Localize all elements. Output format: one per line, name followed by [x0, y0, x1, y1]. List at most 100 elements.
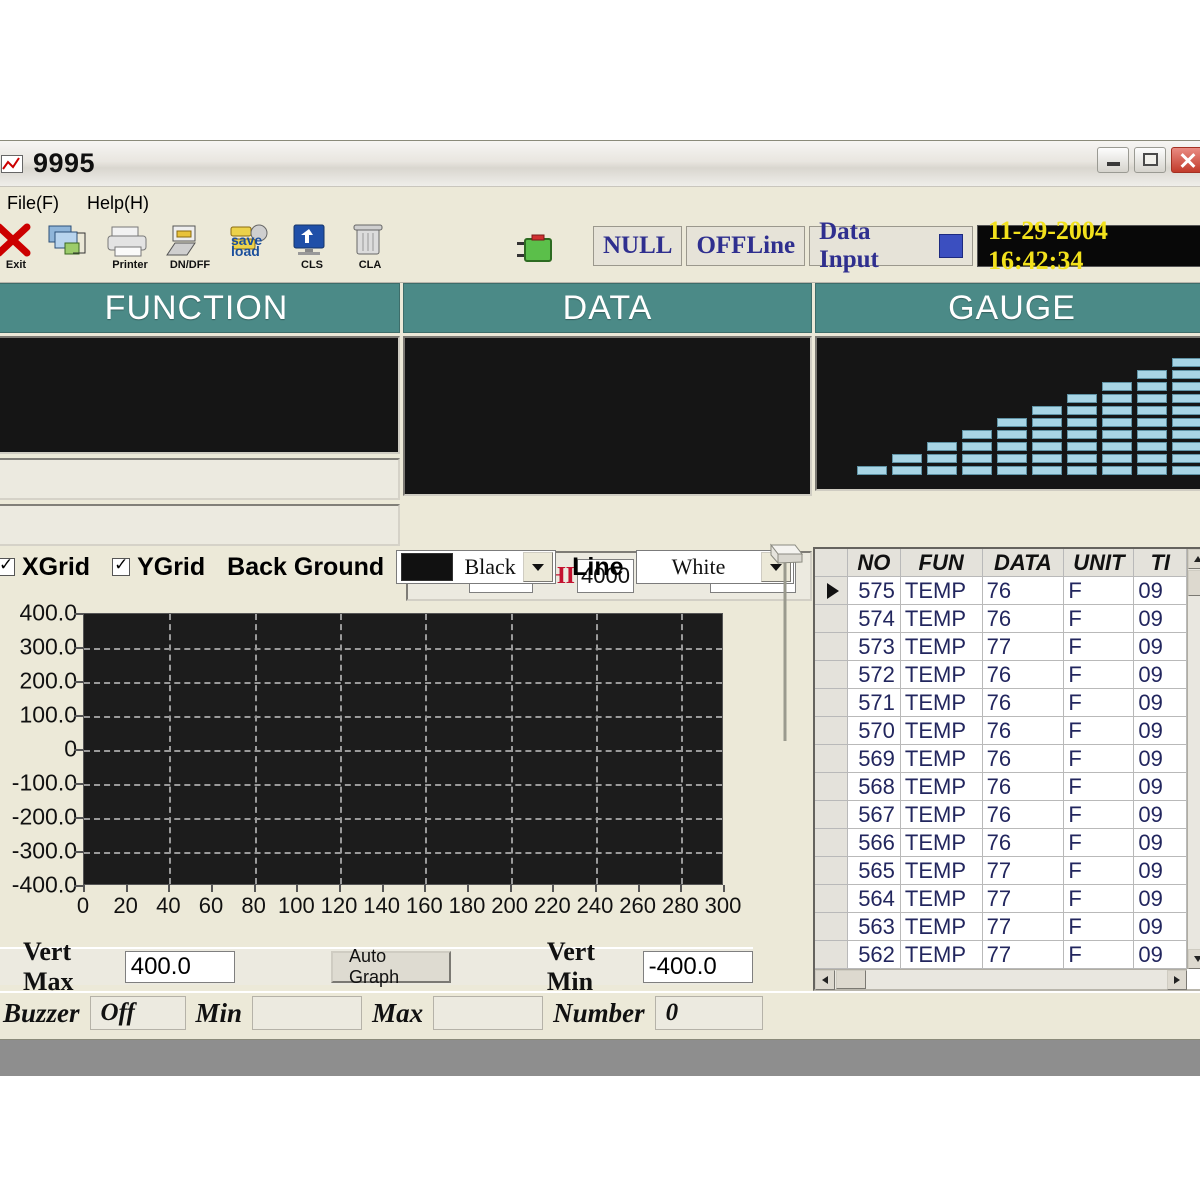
vertical-slider[interactable]	[768, 541, 808, 741]
vert-max-input[interactable]: 400.0	[125, 951, 235, 983]
gauge-column	[1067, 394, 1097, 475]
vert-min-input[interactable]: -400.0	[643, 951, 753, 983]
table-cell-data: 76	[983, 773, 1065, 800]
row-selector[interactable]	[815, 885, 848, 912]
grid-vertical-scrollbar[interactable]	[1187, 549, 1200, 969]
gauge-segment	[1067, 394, 1097, 403]
y-axis-tick-label: -300.0	[12, 838, 77, 865]
row-selector[interactable]	[815, 661, 848, 688]
column-header-ti[interactable]: TI	[1134, 549, 1187, 576]
table-cell-no: 572	[848, 661, 901, 688]
maximize-button[interactable]	[1134, 147, 1166, 173]
table-cell-no: 567	[848, 801, 901, 828]
column-header-fun[interactable]: FUN	[901, 549, 983, 576]
table-row[interactable]: 569TEMP76F09	[815, 745, 1187, 773]
table-cell-ti: 09	[1134, 689, 1187, 716]
gauge-segment	[1102, 394, 1132, 403]
table-row[interactable]: 565TEMP77F09	[815, 857, 1187, 885]
close-button[interactable]	[1171, 147, 1200, 173]
x-axis-tick	[339, 885, 341, 892]
network-computer-icon	[39, 221, 97, 261]
ygrid-checkbox[interactable]	[112, 558, 130, 576]
data-pane-title: DATA	[403, 283, 812, 333]
table-cell-ti: 09	[1134, 941, 1187, 968]
scroll-up-button[interactable]	[1188, 549, 1200, 569]
table-cell-no: 564	[848, 885, 901, 912]
offline-status[interactable]: OFFLine	[686, 226, 805, 266]
horizontal-scroll-thumb[interactable]	[836, 970, 866, 989]
table-row[interactable]: 567TEMP76F09	[815, 801, 1187, 829]
cls-label: CLS	[283, 259, 341, 271]
row-selector[interactable]	[815, 829, 848, 856]
gauge-segment	[962, 466, 992, 475]
table-row[interactable]: 563TEMP77F09	[815, 913, 1187, 941]
saveload-button[interactable]: saveload	[223, 221, 281, 279]
function-pane: FUNCTION	[0, 283, 403, 543]
gauge-column	[997, 418, 1027, 475]
y-axis-tick	[74, 613, 83, 615]
data-input-status[interactable]: Data Input	[809, 226, 973, 266]
column-header-no[interactable]: NO	[848, 549, 901, 576]
row-selector[interactable]	[815, 577, 848, 604]
row-selector[interactable]	[815, 801, 848, 828]
scroll-right-button[interactable]	[1167, 970, 1187, 990]
table-row[interactable]: 570TEMP76F09	[815, 717, 1187, 745]
null-status[interactable]: NULL	[593, 226, 682, 266]
row-selector[interactable]	[815, 717, 848, 744]
row-selector[interactable]	[815, 857, 848, 884]
table-cell-data: 77	[983, 857, 1065, 884]
table-row[interactable]: 566TEMP76F09	[815, 829, 1187, 857]
gauge-segment	[1172, 454, 1200, 463]
cla-button[interactable]: CLA	[341, 221, 399, 279]
gauge-segment	[1032, 430, 1062, 439]
row-selector[interactable]	[815, 913, 848, 940]
table-row[interactable]: 564TEMP77F09	[815, 885, 1187, 913]
menu-item-file[interactable]: File(F)	[0, 191, 73, 216]
gauge-column	[857, 466, 887, 475]
table-row[interactable]: 568TEMP76F09	[815, 773, 1187, 801]
gauge-segment	[1137, 394, 1167, 403]
x-axis-tick-label: 160	[406, 893, 443, 919]
row-selector[interactable]	[815, 745, 848, 772]
network-button[interactable]	[39, 221, 97, 279]
gauge-segment	[1172, 418, 1200, 427]
column-header-unit[interactable]: UNIT	[1064, 549, 1134, 576]
row-selector[interactable]	[815, 773, 848, 800]
chevron-down-icon[interactable]	[523, 552, 553, 582]
scroll-left-button[interactable]	[815, 970, 835, 990]
x-axis-tick-label: 120	[321, 893, 358, 919]
xgrid-checkbox[interactable]	[0, 558, 15, 576]
dnoff-button[interactable]: DN/DFF	[161, 221, 219, 279]
table-cell-unit: F	[1064, 801, 1134, 828]
x-axis-tick	[424, 885, 426, 892]
column-header-data[interactable]: DATA	[983, 549, 1065, 576]
table-row[interactable]: 572TEMP76F09	[815, 661, 1187, 689]
menu-item-help[interactable]: Help(H)	[73, 191, 163, 216]
row-selector[interactable]	[815, 633, 848, 660]
row-selector[interactable]	[815, 941, 848, 968]
row-selector[interactable]	[815, 689, 848, 716]
table-cell-ti: 09	[1134, 717, 1187, 744]
auto-graph-button[interactable]: Auto Graph	[331, 951, 451, 983]
cls-button[interactable]: CLS	[283, 221, 341, 279]
row-selector[interactable]	[815, 605, 848, 632]
gauge-segment	[1137, 430, 1167, 439]
vertical-scroll-thumb[interactable]	[1188, 570, 1200, 596]
gauge-segment	[1172, 370, 1200, 379]
minimize-button[interactable]	[1097, 147, 1129, 173]
table-row[interactable]: 562TEMP77F09	[815, 941, 1187, 969]
table-row[interactable]: 571TEMP76F09	[815, 689, 1187, 717]
grid-line-horizontal	[84, 682, 722, 684]
table-cell-data: 77	[983, 913, 1065, 940]
table-row[interactable]: 573TEMP77F09	[815, 633, 1187, 661]
table-cell-no: 562	[848, 941, 901, 968]
scroll-down-button[interactable]	[1188, 949, 1200, 969]
grid-horizontal-scrollbar[interactable]	[815, 969, 1187, 989]
gauge-segment	[997, 466, 1027, 475]
table-cell-ti: 09	[1134, 661, 1187, 688]
table-row[interactable]: 574TEMP76F09	[815, 605, 1187, 633]
table-row[interactable]: 575TEMP76F09	[815, 577, 1187, 605]
background-select[interactable]: Black	[396, 550, 556, 584]
x-axis-tick	[595, 885, 597, 892]
printer-button[interactable]: Printer	[101, 221, 159, 279]
